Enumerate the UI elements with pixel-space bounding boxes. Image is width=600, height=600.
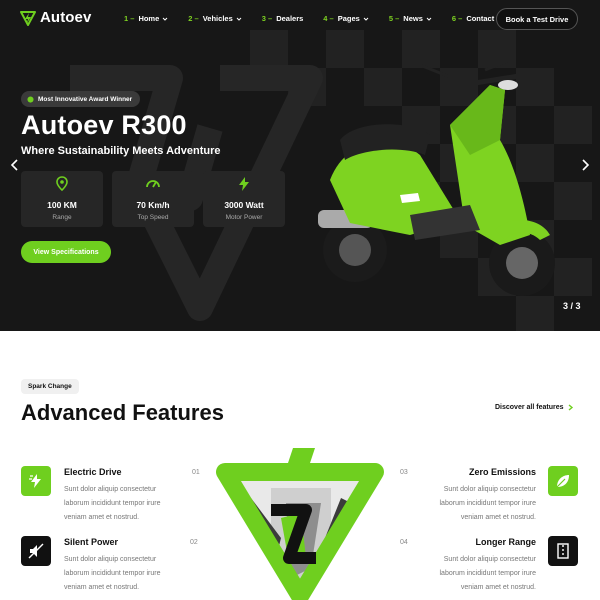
nav-label: Vehicles: [202, 14, 233, 23]
navbar: Autoev 1 – Home 2 – Vehicles 3 – Dealers…: [0, 0, 600, 38]
feature-number: 03: [400, 469, 408, 476]
road-icon: [548, 536, 578, 566]
nav-item-dealers[interactable]: 3 – Dealers: [262, 14, 304, 23]
feature-description: Sunt dolor aliquip consectetur laborum i…: [64, 553, 214, 595]
desc-line: laborum incididunt tempor irure: [64, 500, 161, 507]
stat-card-range: 100 KM Range: [21, 171, 103, 227]
nav-label: Pages: [337, 14, 360, 23]
nav-number: 5 –: [388, 14, 400, 23]
map-pin-icon: [56, 176, 68, 192]
nav-number: 2 –: [188, 14, 199, 23]
scooter-image: [318, 58, 555, 296]
chevron-right-icon[interactable]: [579, 158, 591, 172]
chevron-left-icon[interactable]: [9, 158, 21, 172]
feature-description: Sunt dolor aliquip consectetur laborum i…: [386, 483, 537, 525]
desc-line: veniam amet et nostrud.: [64, 584, 140, 591]
desc-line: veniam amet et nostrud.: [64, 514, 140, 521]
main-menu: 1 – Home 2 – Vehicles 3 – Dealers 4 – Pa…: [124, 14, 514, 23]
stat-label: Top Speed: [137, 214, 169, 221]
speedometer-icon: [146, 180, 160, 188]
section-tag: Spark Change: [21, 379, 79, 394]
nav-label: Home: [138, 14, 160, 23]
nav-item-pages[interactable]: 4 – Pages: [323, 14, 369, 23]
discover-label: Discover all features: [495, 404, 564, 411]
chevron-down-icon: [426, 17, 432, 21]
chevron-down-icon: [162, 17, 168, 21]
nav-number: 3 –: [261, 14, 273, 23]
award-badge: Most Innovative Award Winner: [21, 91, 141, 107]
hero-title: Autoev R300: [21, 110, 187, 140]
desc-line: veniam amet et nostrud.: [460, 584, 536, 591]
desc-line: Sunt dolor aliquip consectetur: [443, 556, 536, 563]
discover-all-features-link[interactable]: Discover all features: [495, 404, 574, 411]
feature-description: Sunt dolor aliquip consectetur laborum i…: [386, 553, 537, 595]
nav-item-contact[interactable]: 6 – Contact: [452, 14, 494, 23]
desc-line: Sunt dolor aliquip consectetur: [64, 556, 157, 563]
desc-line: laborum incididunt tempor irure: [439, 570, 537, 577]
feature-title-electric-drive: Electric Drive: [64, 467, 122, 477]
desc-line: laborum incididunt tempor irure: [439, 500, 537, 507]
nav-item-news[interactable]: 5 – News: [389, 14, 432, 23]
stat-card-top-speed: 70 Km/h Top Speed: [112, 171, 194, 227]
feature-description: Sunt dolor aliquip consectetur laborum i…: [64, 483, 214, 525]
stat-value: 100 KM: [47, 200, 77, 210]
triangle-bolt-emblem: [216, 448, 384, 600]
stat-value: 70 Km/h: [136, 200, 170, 210]
award-badge-label: Most Innovative Award Winner: [38, 95, 133, 103]
feature-number: 01: [192, 469, 200, 476]
nav-label: Dealers: [276, 14, 304, 23]
chevron-down-icon: [236, 17, 242, 21]
desc-line: Sunt dolor aliquip consectetur: [443, 486, 536, 493]
chevron-right-icon: [569, 404, 574, 411]
nav-label: Contact: [466, 14, 495, 23]
nav-number: 4 –: [323, 14, 334, 23]
feature-title-zero-emissions: Zero Emissions: [468, 467, 536, 477]
feature-number: 02: [190, 539, 198, 546]
logo[interactable]: Autoev: [20, 9, 91, 26]
stat-label: Motor Power: [225, 214, 263, 221]
leaf-icon: [548, 466, 578, 496]
nav-item-vehicles[interactable]: 2 – Vehicles: [188, 14, 242, 23]
award-icon: [27, 95, 34, 103]
slide-counter: 3 / 3: [563, 301, 581, 311]
nav-item-home[interactable]: 1 – Home: [124, 14, 168, 23]
desc-line: veniam amet et nostrud.: [460, 514, 536, 521]
feature-number: 04: [400, 539, 408, 546]
logo-bolt-icon: [20, 10, 36, 26]
stat-label: Range: [52, 214, 72, 221]
electric-bolt-icon: [21, 466, 51, 496]
view-specifications-button[interactable]: View Specifications: [21, 241, 111, 263]
hero-subtitle: Where Sustainability Meets Adventure: [21, 145, 221, 157]
stat-card-motor-power: 3000 Watt Motor Power: [203, 171, 285, 227]
book-test-drive-button[interactable]: Book a Test Drive: [496, 8, 578, 30]
stat-value: 3000 Watt: [224, 200, 264, 210]
hero-section: Autoev 1 – Home 2 – Vehicles 3 – Dealers…: [0, 0, 600, 331]
stats-row: 100 KM Range 70 Km/h Top Speed 3000 Watt…: [21, 171, 285, 227]
nav-label: News: [403, 14, 423, 23]
nav-number: 1 –: [124, 14, 135, 23]
mute-speaker-icon: [21, 536, 51, 566]
section-title: Advanced Features: [21, 400, 224, 425]
logo-text: Autoev: [40, 9, 92, 26]
desc-line: Sunt dolor aliquip consectetur: [64, 486, 157, 493]
feature-title-longer-range: Longer Range: [475, 537, 536, 547]
desc-line: laborum incididunt tempor irure: [64, 570, 161, 577]
chevron-down-icon: [363, 17, 369, 21]
feature-title-silent-power: Silent Power: [64, 537, 119, 547]
lightning-icon: [239, 177, 249, 191]
nav-number: 6 –: [451, 14, 463, 23]
